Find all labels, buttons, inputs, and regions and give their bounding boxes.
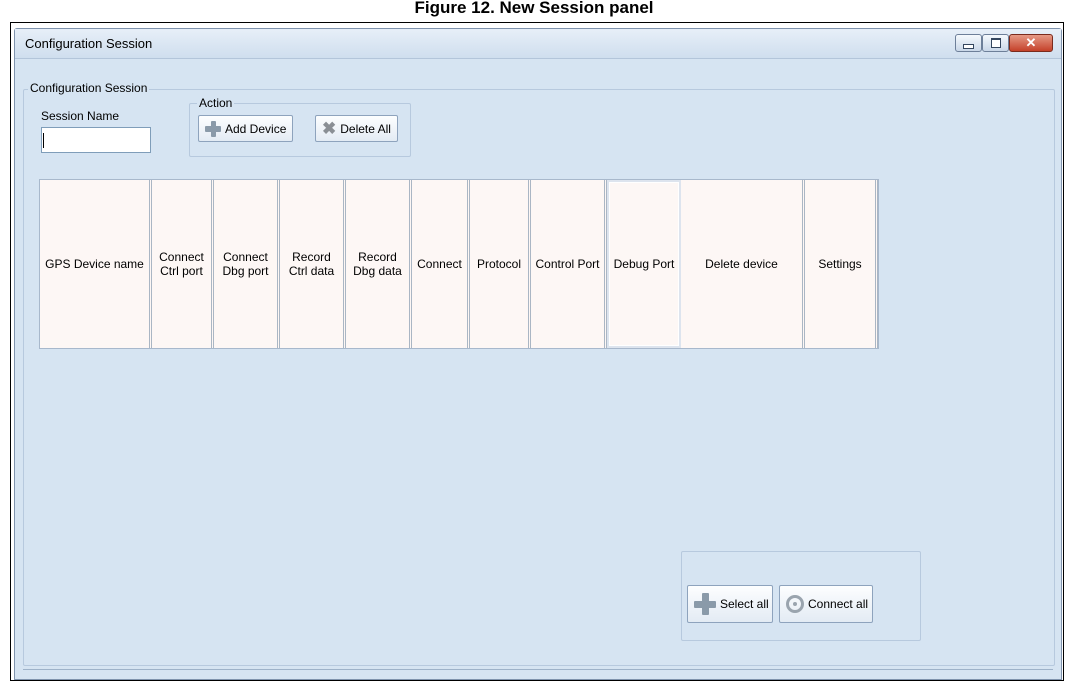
bottom-divider xyxy=(23,669,1053,670)
add-device-button[interactable]: Add Device xyxy=(198,115,293,142)
action-group-label: Action xyxy=(197,96,235,110)
select-all-label: Select all xyxy=(720,597,769,611)
figure-caption: Figure 12. New Session panel xyxy=(414,0,654,17)
column-delete-device[interactable]: Delete device xyxy=(681,180,805,348)
connect-all-button[interactable]: Connect all xyxy=(779,585,873,623)
session-name-input[interactable] xyxy=(41,127,151,153)
close-button[interactable]: ✕ xyxy=(1009,34,1053,52)
delete-all-label: Delete All xyxy=(340,121,391,136)
connect-icon xyxy=(786,595,804,613)
configuration-session-window: Configuration Session ✕ Configuration Se… xyxy=(14,28,1062,680)
column-connect-dbg-port[interactable]: Connect Dbg port xyxy=(214,180,280,348)
add-device-label: Add Device xyxy=(225,121,287,136)
column-debug-port[interactable]: Debug Port xyxy=(607,180,681,348)
maximize-icon xyxy=(990,38,1001,48)
minimize-icon xyxy=(963,43,974,49)
text-cursor xyxy=(43,133,44,148)
minimize-button[interactable] xyxy=(955,34,982,52)
title-bar[interactable]: Configuration Session ✕ xyxy=(15,29,1061,59)
column-gps-device-name[interactable]: GPS Device name xyxy=(40,180,152,348)
delete-all-button[interactable]: ✖ Delete All xyxy=(315,115,398,142)
select-all-button[interactable]: Select all xyxy=(687,585,773,623)
configuration-session-group-label: Configuration Session xyxy=(28,81,150,95)
plus-icon xyxy=(694,593,716,615)
column-record-ctrl-data[interactable]: Record Ctrl data xyxy=(280,180,346,348)
maximize-button[interactable] xyxy=(982,34,1009,52)
column-connect[interactable]: Connect xyxy=(412,180,470,348)
column-settings[interactable]: Settings xyxy=(805,180,878,348)
delete-x-icon: ✖ xyxy=(322,118,337,138)
close-icon: ✕ xyxy=(1025,35,1037,50)
column-protocol[interactable]: Protocol xyxy=(470,180,531,348)
device-table: GPS Device name Connect Ctrl port Connec… xyxy=(39,179,879,349)
column-record-dbg-data[interactable]: Record Dbg data xyxy=(346,180,412,348)
plus-icon xyxy=(205,120,221,137)
window-title: Configuration Session xyxy=(25,36,153,51)
column-control-port[interactable]: Control Port xyxy=(531,180,607,348)
session-name-label: Session Name xyxy=(41,109,120,123)
column-connect-ctrl-port[interactable]: Connect Ctrl port xyxy=(152,180,214,348)
connect-all-label: Connect all xyxy=(808,597,869,611)
